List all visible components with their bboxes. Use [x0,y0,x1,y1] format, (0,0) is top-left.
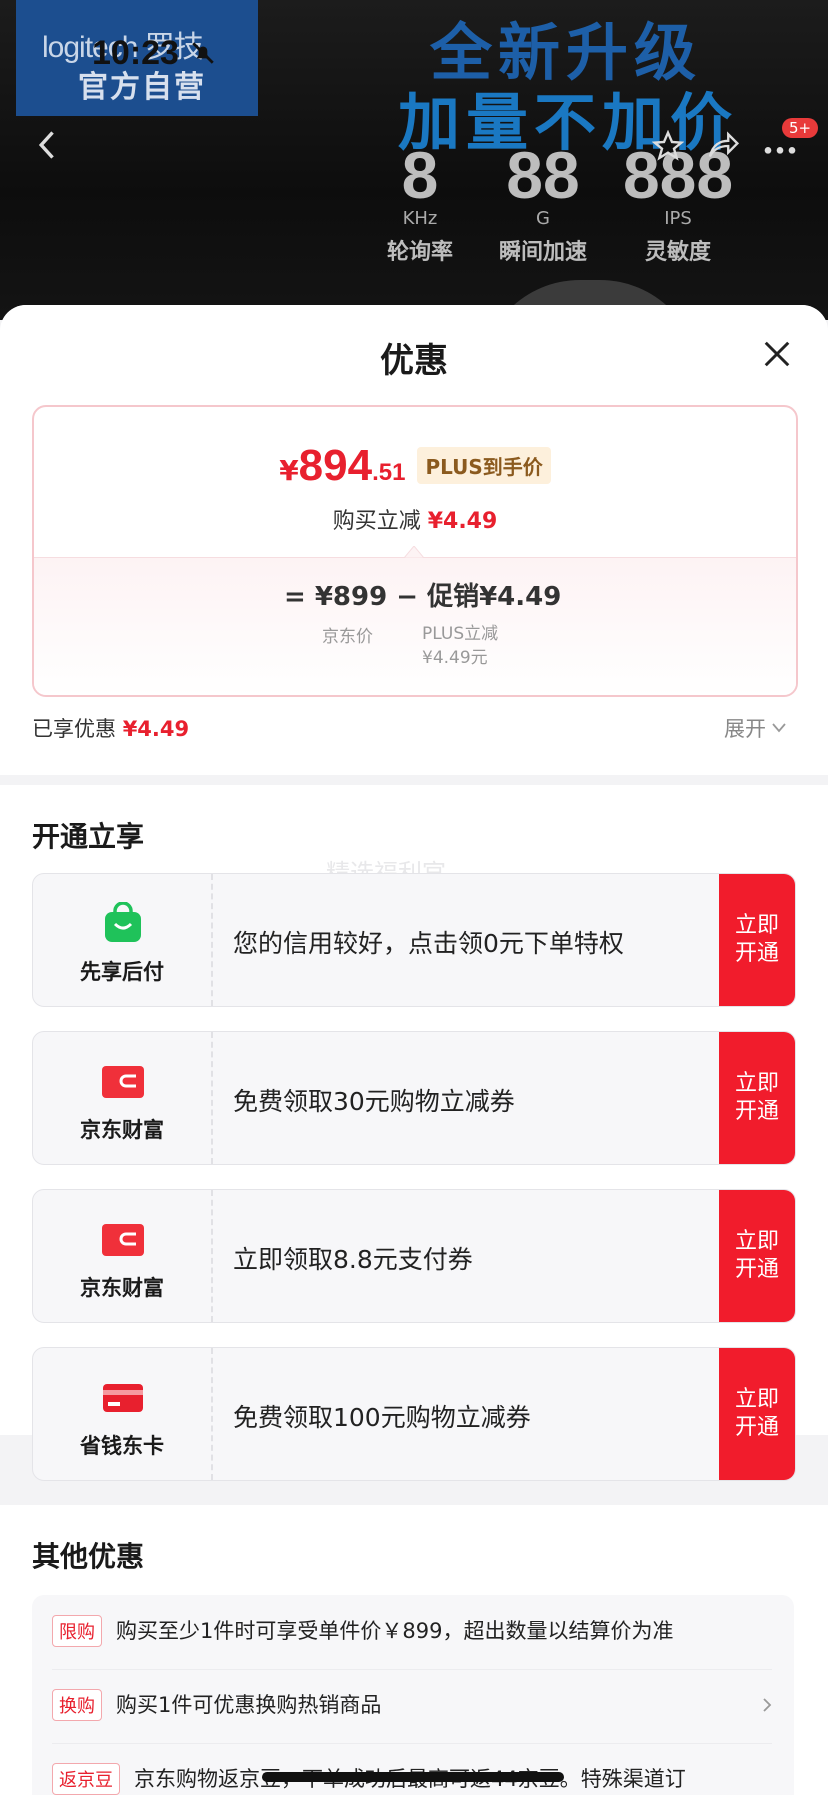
back-arrow-icon[interactable] [34,128,62,162]
activate-button[interactable]: 立即开通 [719,874,795,1006]
price-summary: ¥894.51 PLUS到手价 购买立减 ¥4.49 [34,407,796,557]
offer-brand: 京东财富 [33,1190,213,1322]
offer-card: 省钱东卡 免费领取100元购物立减券 立即开通 [32,1347,796,1481]
purchase-limit-tag: 限购 [52,1615,102,1647]
reduce-label: 购买立减 [332,509,421,534]
notification-badge: 5+ [782,118,819,138]
stat-number: 88 [506,138,580,212]
chevron-right-icon [763,1698,772,1712]
shopping-bag-icon [105,902,141,942]
formula-text: = ¥899 − 促销¥4.49 [284,582,562,612]
card-icon [103,1384,143,1412]
offer-card: 京东财富 免费领取30元购物立减券 立即开通 [32,1031,796,1165]
enjoyed-value: ¥4.49 [122,717,190,741]
offer-name: 京东财富 [80,1118,164,1142]
wallet-icon [102,1066,144,1098]
final-price: ¥894.51 PLUS到手价 [34,441,796,491]
close-icon[interactable] [762,339,792,369]
status-time: 10:23 [92,34,179,72]
offer-card: 先享后付 您的信用较好，点击领0元下单特权 立即开通 [32,873,796,1007]
stat-acceleration: 88 G 瞬间加速 [488,140,598,266]
offer-brand: 先享后付 [33,874,213,1006]
list-item-text: 购买1件可优惠换购热销商品 [116,1693,382,1717]
stat-label: 轮询率 [386,240,453,265]
other-discounts-list: 限购 购买至少1件时可享受单件价￥899，超出数量以结算价为准 换购 购买1件可… [32,1595,794,1795]
chevron-down-icon [772,723,786,733]
expand-label: 展开 [724,717,766,741]
offer-brand: 京东财富 [33,1032,213,1164]
stat-unit: KHz [402,208,438,229]
home-indicator[interactable] [262,1772,564,1782]
offer-name: 先享后付 [80,960,164,984]
price-currency: ¥ [279,454,299,487]
product-banner: logitech 罗技 官方自营 10:23 全新升级 加量不加价 8 KHz … [0,0,828,320]
price-breakdown-card: ¥894.51 PLUS到手价 购买立减 ¥4.49 = ¥899 − 促销¥4.… [32,405,798,697]
open-benefits-section: 开通立享 精选福利官 先享后付 您的信用较好，点击领0元下单特权 立即开通 京 [0,785,828,1481]
stat-label: 灵敏度 [644,240,711,265]
plus-reduce-note: PLUS立减 ¥4.49元 [422,622,498,670]
favorite-star-icon[interactable] [652,130,684,162]
other-discounts-section: 其他优惠 限购 购买至少1件时可享受单件价￥899，超出数量以结算价为准 换购 … [0,1505,828,1795]
list-item[interactable]: 换购 购买1件可优惠换购热销商品 [52,1669,772,1744]
offer-description: 立即领取8.8元支付券 [233,1245,473,1274]
offer-description: 免费领取30元购物立减券 [233,1087,515,1116]
jd-price-label: 京东价 [322,627,373,647]
list-item: 返京豆 京东购物返京豆，下单成功后最高可返44京豆。特殊渠道订 [52,1743,772,1795]
share-icon[interactable] [706,130,740,162]
instant-reduce: 购买立减 ¥4.49 [34,503,796,535]
discount-sheet: 优惠 ¥894.51 PLUS到手价 购买立减 ¥4.49 = ¥899 − 促销… [0,305,828,1795]
activate-button[interactable]: 立即开通 [719,1190,795,1322]
list-item: 限购 购买至少1件时可享受单件价￥899，超出数量以结算价为准 [52,1595,772,1670]
bell-muted-icon [192,42,214,64]
stat-number: 8 [401,138,439,212]
reduce-value: ¥4.49 [427,509,498,534]
stat-label: 瞬间加速 [498,240,587,265]
plus-price-tag: PLUS到手价 [417,447,551,484]
stat-polling: 8 KHz 轮询率 [380,140,460,266]
stat-unit: IPS [664,208,692,229]
offer-description: 您的信用较好，点击领0元下单特权 [233,929,624,958]
trade-in-tag: 换购 [52,1689,102,1721]
jd-beans-tag: 返京豆 [52,1763,120,1795]
stat-unit: G [536,208,550,229]
plus-reduce-label: PLUS立减 [422,624,499,644]
caret-up-icon [404,546,424,558]
wallet-icon [102,1224,144,1256]
expand-button[interactable]: 展开 [724,713,786,743]
offer-description: 免费领取100元购物立减券 [233,1403,531,1432]
list-item-text: 购买至少1件时可享受单件价￥899，超出数量以结算价为准 [116,1619,674,1643]
price-integer: 894 [298,441,373,490]
activate-button[interactable]: 立即开通 [719,1032,795,1164]
price-decimal: .51 [372,459,406,486]
activate-button[interactable]: 立即开通 [719,1348,795,1480]
section-title: 开通立享 [32,820,145,853]
section-title: 其他优惠 [32,1540,145,1573]
offer-card: 京东财富 立即领取8.8元支付券 立即开通 [32,1189,796,1323]
enjoyed-discount: 已享优惠 ¥4.49 [32,713,189,743]
offer-brand: 省钱东卡 [33,1348,213,1480]
plus-reduce-value: ¥4.49元 [422,648,488,668]
price-formula: = ¥899 − 促销¥4.49 京东价 PLUS立减 ¥4.49元 [34,546,796,695]
sheet-title: 优惠 [380,341,448,381]
offer-name: 省钱东卡 [80,1434,164,1458]
offer-name: 京东财富 [80,1276,164,1300]
enjoyed-label: 已享优惠 [32,717,116,741]
